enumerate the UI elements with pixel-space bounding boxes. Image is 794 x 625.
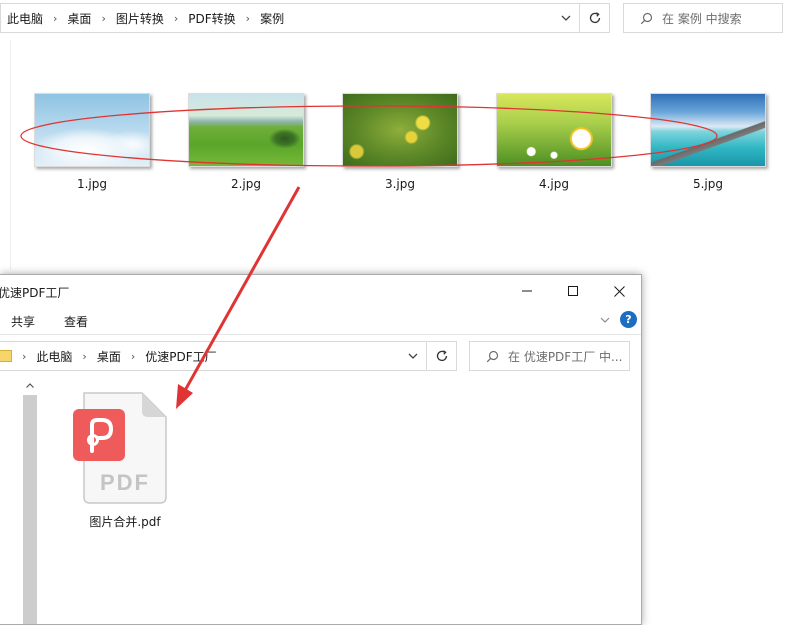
breadcrumb: 此电脑 › 桌面 › 图片转换 › PDF转换 › 案例 [1,10,553,27]
nav-pane-scrollbar[interactable] [22,377,38,624]
pdf-file-icon: PDF [73,392,167,504]
file-name: 3.jpg [384,177,416,191]
chevron-right-icon: › [22,349,27,363]
chevron-right-icon: › [82,349,87,363]
pdf-icon-text: PDF [100,470,150,495]
breadcrumb-this-pc[interactable]: 此电脑 [36,348,72,365]
search-icon [484,348,500,364]
search-placeholder: 在 优速PDF工厂 中... [508,349,623,364]
scroll-up-icon[interactable] [22,377,38,393]
image-thumbnail [34,93,150,167]
breadcrumb-pdf-convert[interactable]: PDF转换 [188,10,235,27]
breadcrumb-current-folder[interactable]: 优速PDF工厂 [145,348,216,365]
minimize-icon[interactable] [504,275,550,307]
refresh-icon[interactable] [427,341,457,371]
file-name: 1.jpg [76,177,108,191]
ribbon: 共享 查看 ? [0,307,641,335]
file-item[interactable]: 3.jpg [342,93,458,191]
nav-pane-divider [10,40,11,270]
file-name: 5.jpg [692,177,724,191]
breadcrumb-this-pc[interactable]: 此电脑 [7,10,43,27]
chevron-right-icon: › [130,349,136,363]
search-input[interactable]: 在 优速PDF工厂 中... [469,341,630,371]
chevron-right-icon: › [101,11,106,25]
image-thumbnail [342,93,458,167]
chevron-right-icon: › [173,11,179,25]
image-thumbnail [650,93,766,167]
tab-view[interactable]: 查看 [64,313,88,330]
file-item[interactable]: 4.jpg [496,93,612,191]
explorer-window: 优速PDF工厂 共享 查看 ? › 此电脑 › 桌面 › 优速PDF工厂 在 优… [0,274,642,625]
search-input[interactable]: 在 案例 中搜索 [623,3,783,33]
chevron-down-icon[interactable] [400,342,426,370]
file-item[interactable]: 5.jpg [650,93,766,191]
breadcrumb-image-convert[interactable]: 图片转换 [116,10,164,27]
search-placeholder: 在 案例 中搜索 [662,11,742,26]
window-title: 优速PDF工厂 [0,286,70,300]
maximize-icon[interactable] [550,275,596,307]
file-name: 4.jpg [538,177,570,191]
breadcrumb-desktop[interactable]: 桌面 [67,10,91,27]
file-name: 2.jpg [230,177,262,191]
chevron-right-icon: › [53,11,58,25]
refresh-icon[interactable] [580,3,610,33]
address-bar[interactable]: › 此电脑 › 桌面 › 优速PDF工厂 [0,341,427,371]
breadcrumb-examples[interactable]: 案例 [260,10,284,27]
image-thumbnail [496,93,612,167]
breadcrumb-desktop[interactable]: 桌面 [97,348,121,365]
help-icon[interactable]: ? [620,311,637,328]
file-item[interactable]: 1.jpg [34,93,150,191]
chevron-right-icon: › [245,11,251,25]
chevron-down-icon[interactable] [553,4,579,32]
file-item[interactable]: 2.jpg [188,93,304,191]
file-item[interactable]: PDF 图片合并.pdf [70,391,180,529]
folder-icon [0,350,12,362]
close-icon[interactable] [596,275,641,307]
chevron-down-icon[interactable] [600,313,610,326]
scroll-thumb[interactable] [23,395,37,624]
search-icon [638,10,654,26]
tab-share[interactable]: 共享 [11,313,35,330]
breadcrumb: › 此电脑 › 桌面 › 优速PDF工厂 [12,348,400,365]
back-address-bar[interactable]: 此电脑 › 桌面 › 图片转换 › PDF转换 › 案例 [0,3,580,33]
image-thumbnail [188,93,304,167]
title-bar[interactable]: 优速PDF工厂 [0,275,641,307]
file-name: 图片合并.pdf [89,515,161,529]
